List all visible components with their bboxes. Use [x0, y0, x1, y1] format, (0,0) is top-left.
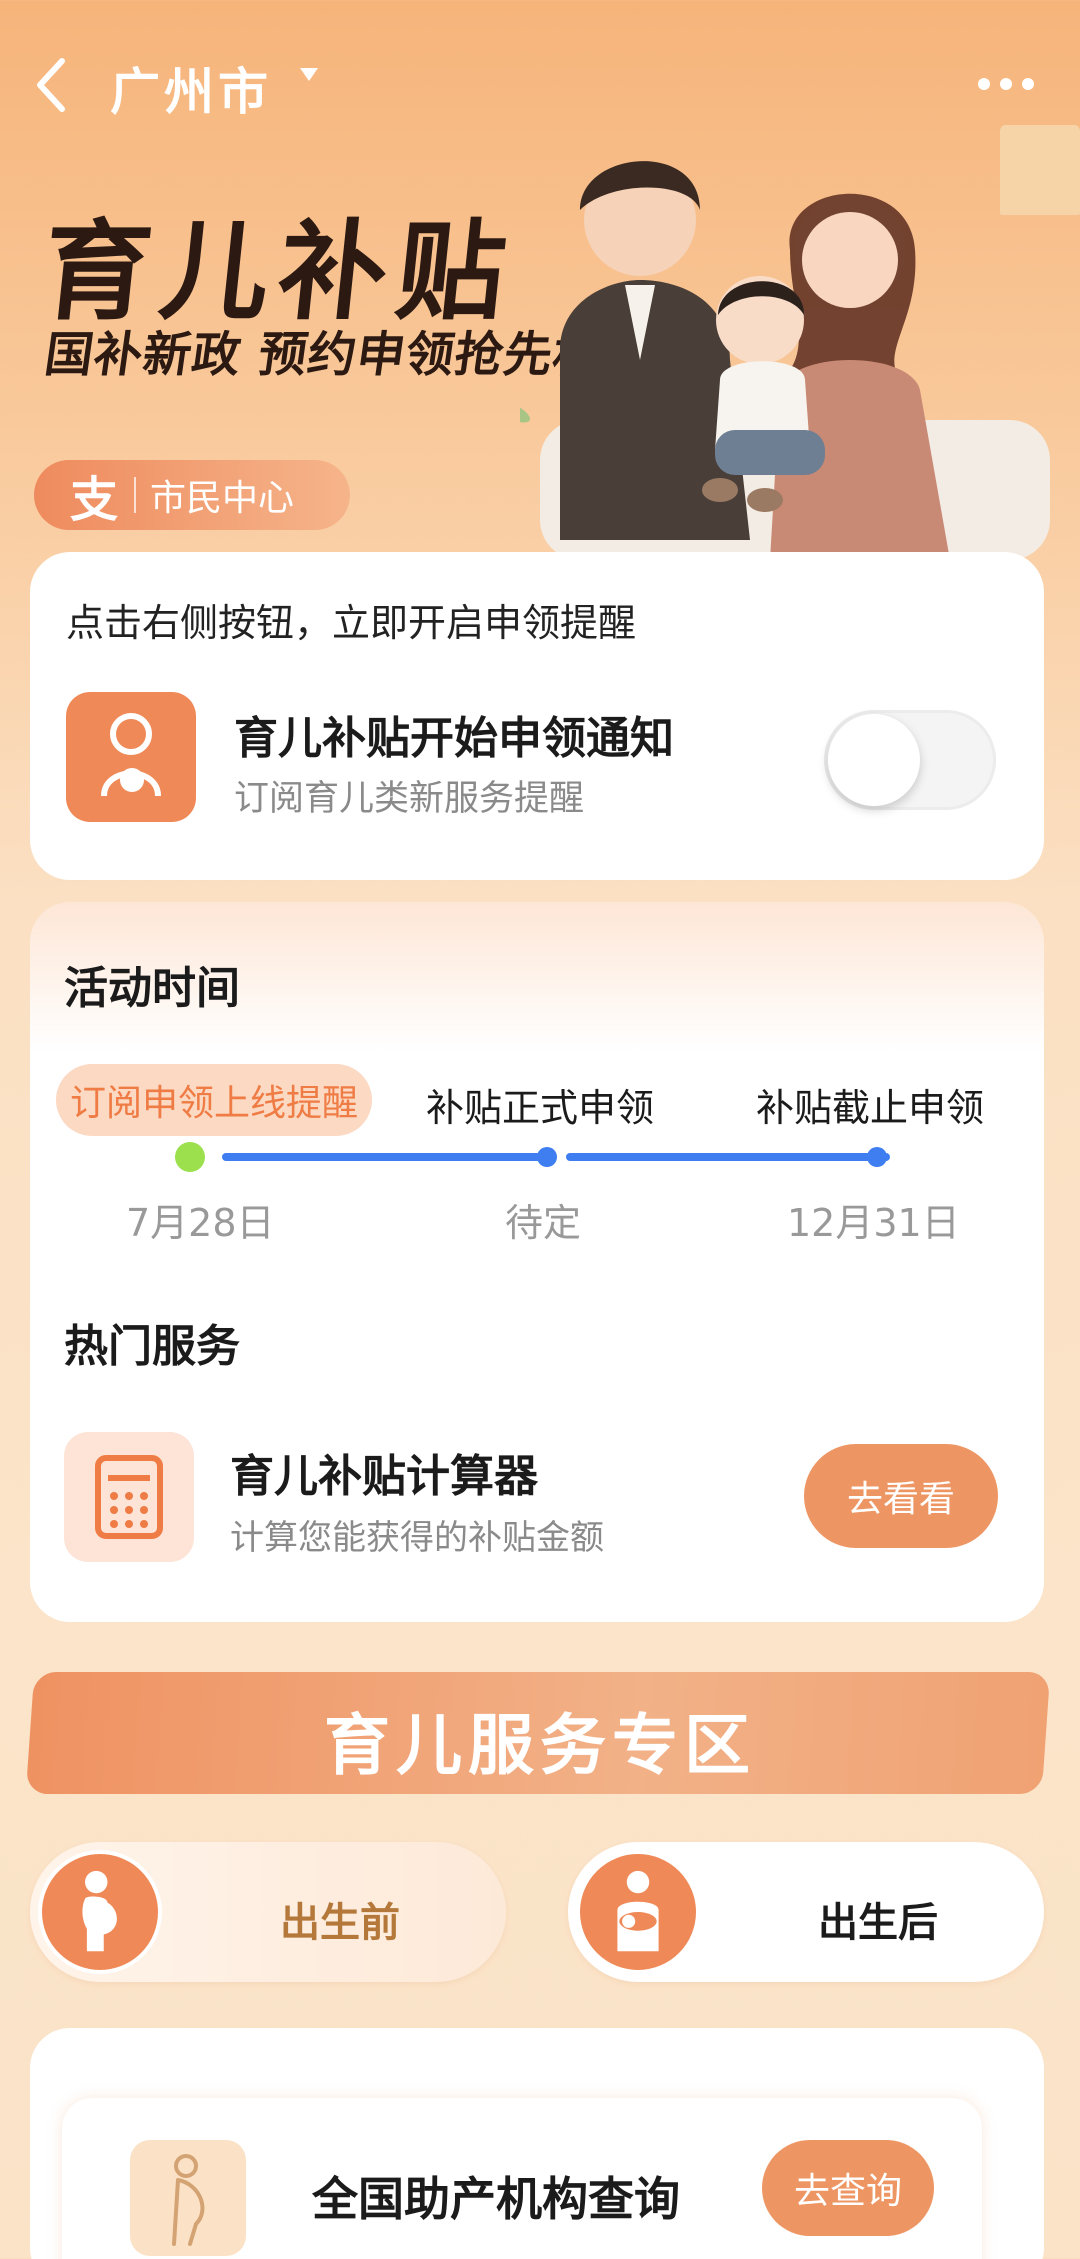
step-deadline-date: 12月31日	[787, 1201, 960, 1245]
step-deadline-label: 补贴截止申领	[756, 1086, 985, 1130]
mother-baby-icon	[66, 692, 196, 822]
step-subscribe-date: 7月28日	[126, 1201, 275, 1245]
reminder-card: 点击右侧按钮，立即开启申领提醒 育儿补贴开始申领通知 订阅育儿类新服务提醒	[30, 552, 1044, 880]
tab-after-birth-label: 出生后	[818, 1900, 938, 1946]
org-query-title: 全国助产机构查询	[312, 2172, 680, 2226]
alipay-logo-icon: 支	[70, 472, 119, 528]
tag-label: 市民中心	[150, 478, 295, 519]
tab-before-birth-label: 出生前	[280, 1900, 400, 1946]
city-selector[interactable]: 广州市	[110, 52, 272, 124]
pregnant-icon	[38, 1850, 162, 1974]
timeline-dot	[867, 1147, 887, 1167]
schedule-card: 活动时间 订阅申领上线提醒 补贴正式申领 补贴截止申领 7月28日 待定 12月…	[30, 902, 1044, 1622]
mother-holding-baby-icon	[576, 1850, 700, 1974]
more-options-icon[interactable]	[978, 78, 1034, 90]
reminder-hint: 点击右侧按钮，立即开启申领提醒	[66, 601, 637, 645]
tab-before-birth[interactable]: 出生前	[30, 1842, 506, 1982]
reminder-title: 育儿补贴开始申领通知	[234, 713, 674, 764]
calculator-icon	[64, 1432, 194, 1562]
step-apply-label: 补贴正式申领	[426, 1086, 655, 1130]
timeline-line	[222, 1153, 552, 1161]
hot-services-title: 热门服务	[64, 1321, 240, 1372]
citizen-center-tag[interactable]: 支 市民中心	[34, 460, 350, 530]
reminder-toggle[interactable]	[824, 710, 996, 810]
tag-divider	[134, 477, 137, 513]
back-arrow-icon[interactable]	[32, 55, 72, 115]
pregnant-woman-icon	[130, 2140, 246, 2256]
tab-after-birth[interactable]: 出生后	[568, 1842, 1044, 1982]
calculator-description: 计算您能获得的补贴金额	[230, 1518, 604, 1558]
step-apply-date: 待定	[505, 1201, 582, 1245]
step-subscribe-chip: 订阅申领上线提醒	[56, 1064, 372, 1136]
query-button[interactable]: 去查询	[762, 2140, 934, 2236]
schedule-title: 活动时间	[64, 963, 240, 1014]
toggle-knob	[828, 714, 920, 806]
chevron-down-icon[interactable]	[300, 68, 318, 81]
view-calculator-button[interactable]: 去看看	[804, 1444, 998, 1548]
timeline-dot-active	[175, 1142, 205, 1172]
zone-title: 育儿服务专区	[324, 1707, 756, 1784]
reminder-description: 订阅育儿类新服务提醒	[234, 779, 585, 819]
family-illustration	[520, 161, 1050, 560]
timeline-line	[566, 1153, 890, 1161]
timeline-dot	[537, 1147, 557, 1167]
calculator-title: 育儿补贴计算器	[230, 1451, 538, 1502]
